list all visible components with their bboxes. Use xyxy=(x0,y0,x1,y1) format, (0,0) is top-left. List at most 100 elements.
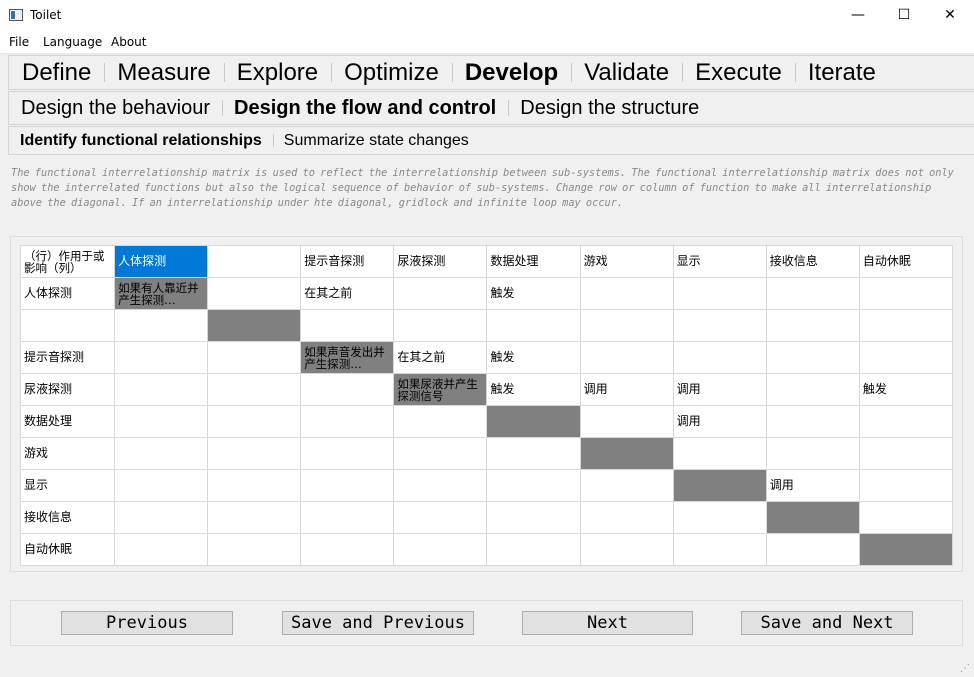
matrix-cell[interactable] xyxy=(672,341,767,374)
column-header[interactable]: 游戏 xyxy=(579,245,674,278)
matrix-cell[interactable]: 触发 xyxy=(858,373,954,406)
matrix-cell[interactable]: 触发 xyxy=(486,341,581,374)
column-header[interactable]: 显示 xyxy=(672,245,767,278)
diagonal-cell[interactable] xyxy=(858,533,954,566)
row-header[interactable]: 接收信息 xyxy=(19,501,116,534)
row-header[interactable]: 尿液探测 xyxy=(19,373,116,406)
menu-about[interactable]: About xyxy=(111,35,146,49)
diagonal-cell[interactable]: 如果声音发出并产生探测… xyxy=(300,341,395,374)
matrix-cell[interactable] xyxy=(579,309,674,342)
tab-define[interactable]: Define xyxy=(9,59,104,87)
matrix-cell[interactable] xyxy=(300,469,395,502)
tab-optimize[interactable]: Optimize xyxy=(331,59,452,87)
diagonal-cell[interactable] xyxy=(486,405,581,438)
tab-design-structure[interactable]: Design the structure xyxy=(508,97,711,120)
matrix-cell[interactable] xyxy=(486,501,581,534)
matrix-cell[interactable] xyxy=(579,501,674,534)
matrix-cell[interactable] xyxy=(579,405,674,438)
matrix-cell[interactable] xyxy=(207,373,302,406)
column-header[interactable]: 提示音探测 xyxy=(300,245,395,278)
matrix-cell[interactable] xyxy=(579,533,674,566)
matrix-cell[interactable] xyxy=(300,309,395,342)
matrix-cell[interactable] xyxy=(207,469,302,502)
matrix-cell[interactable] xyxy=(393,501,488,534)
matrix-cell[interactable]: 调用 xyxy=(672,373,767,406)
row-header[interactable]: 显示 xyxy=(19,469,116,502)
matrix-cell[interactable] xyxy=(114,373,209,406)
column-header[interactable]: 人体探测 xyxy=(114,245,209,278)
matrix-cell[interactable]: 调用 xyxy=(672,405,767,438)
matrix-cell[interactable]: 触发 xyxy=(486,373,581,406)
row-header[interactable]: 数据处理 xyxy=(19,405,116,438)
matrix-cell[interactable] xyxy=(114,501,209,534)
matrix-cell[interactable] xyxy=(672,533,767,566)
matrix-cell[interactable] xyxy=(300,405,395,438)
row-header[interactable]: 提示音探测 xyxy=(19,341,116,374)
matrix-cell[interactable] xyxy=(114,437,209,470)
row-header[interactable]: 人体探测 xyxy=(19,277,116,310)
tab-execute[interactable]: Execute xyxy=(682,59,795,87)
column-header[interactable] xyxy=(207,245,302,278)
matrix-cell[interactable] xyxy=(114,341,209,374)
matrix-cell[interactable] xyxy=(207,277,302,310)
matrix-cell[interactable] xyxy=(393,469,488,502)
diagonal-cell[interactable] xyxy=(579,437,674,470)
menu-language[interactable]: Language xyxy=(43,35,102,49)
matrix-cell[interactable] xyxy=(858,501,954,534)
matrix-cell[interactable] xyxy=(765,405,860,438)
column-header[interactable]: 数据处理 xyxy=(486,245,581,278)
matrix-cell[interactable] xyxy=(114,533,209,566)
matrix-cell[interactable] xyxy=(300,437,395,470)
matrix-cell[interactable] xyxy=(486,309,581,342)
resize-grip-icon[interactable]: ⋰ xyxy=(960,663,972,675)
matrix-cell[interactable] xyxy=(579,469,674,502)
matrix-cell[interactable] xyxy=(393,405,488,438)
matrix-cell[interactable] xyxy=(207,405,302,438)
tab-develop[interactable]: Develop xyxy=(451,59,571,87)
matrix-cell[interactable] xyxy=(114,309,209,342)
previous-button[interactable]: Previous xyxy=(61,611,233,635)
matrix-cell[interactable] xyxy=(486,533,581,566)
diagonal-cell[interactable] xyxy=(672,469,767,502)
matrix-cell[interactable] xyxy=(486,437,581,470)
matrix-cell[interactable]: 触发 xyxy=(486,277,581,310)
tab-explore[interactable]: Explore xyxy=(223,59,331,87)
matrix-cell[interactable] xyxy=(300,533,395,566)
matrix-cell[interactable] xyxy=(114,469,209,502)
tab-iterate[interactable]: Iterate xyxy=(794,59,889,87)
matrix-cell[interactable] xyxy=(765,533,860,566)
matrix-cell[interactable] xyxy=(765,277,860,310)
matrix-cell[interactable] xyxy=(393,533,488,566)
matrix-cell[interactable] xyxy=(114,405,209,438)
row-header[interactable]: 自动休眠 xyxy=(19,533,116,566)
matrix-cell[interactable] xyxy=(765,437,860,470)
column-header[interactable]: 自动休眠 xyxy=(858,245,954,278)
matrix-cell[interactable] xyxy=(765,309,860,342)
matrix-cell[interactable] xyxy=(765,373,860,406)
matrix-cell[interactable] xyxy=(858,437,954,470)
maximize-button[interactable]: ☐ xyxy=(881,0,927,31)
tab-measure[interactable]: Measure xyxy=(104,59,223,87)
close-button[interactable]: ✕ xyxy=(927,0,973,31)
column-header[interactable]: 尿液探测 xyxy=(393,245,488,278)
matrix-cell[interactable] xyxy=(393,437,488,470)
matrix-cell[interactable]: 在其之前 xyxy=(300,277,395,310)
matrix-cell[interactable] xyxy=(858,309,954,342)
menu-file[interactable]: File xyxy=(9,35,29,49)
diagonal-cell[interactable] xyxy=(765,501,860,534)
row-header[interactable] xyxy=(19,309,116,342)
matrix-cell[interactable] xyxy=(207,437,302,470)
diagonal-cell[interactable]: 如果尿液并产生探测信号 xyxy=(393,373,488,406)
matrix-cell[interactable] xyxy=(207,341,302,374)
save-and-previous-button[interactable]: Save and Previous xyxy=(282,611,474,635)
matrix-cell[interactable] xyxy=(672,437,767,470)
diagonal-cell[interactable]: 如果有人靠近并产生探测… xyxy=(114,277,209,310)
matrix-cell[interactable] xyxy=(300,373,395,406)
matrix-cell[interactable] xyxy=(207,501,302,534)
matrix-cell[interactable] xyxy=(579,341,674,374)
matrix-cell[interactable]: 调用 xyxy=(765,469,860,502)
tab-identify-functional-relationships[interactable]: Identify functional relationships xyxy=(9,132,273,150)
matrix-cell[interactable] xyxy=(579,277,674,310)
tab-design-flow-control[interactable]: Design the flow and control xyxy=(222,97,508,120)
matrix-cell[interactable] xyxy=(765,341,860,374)
